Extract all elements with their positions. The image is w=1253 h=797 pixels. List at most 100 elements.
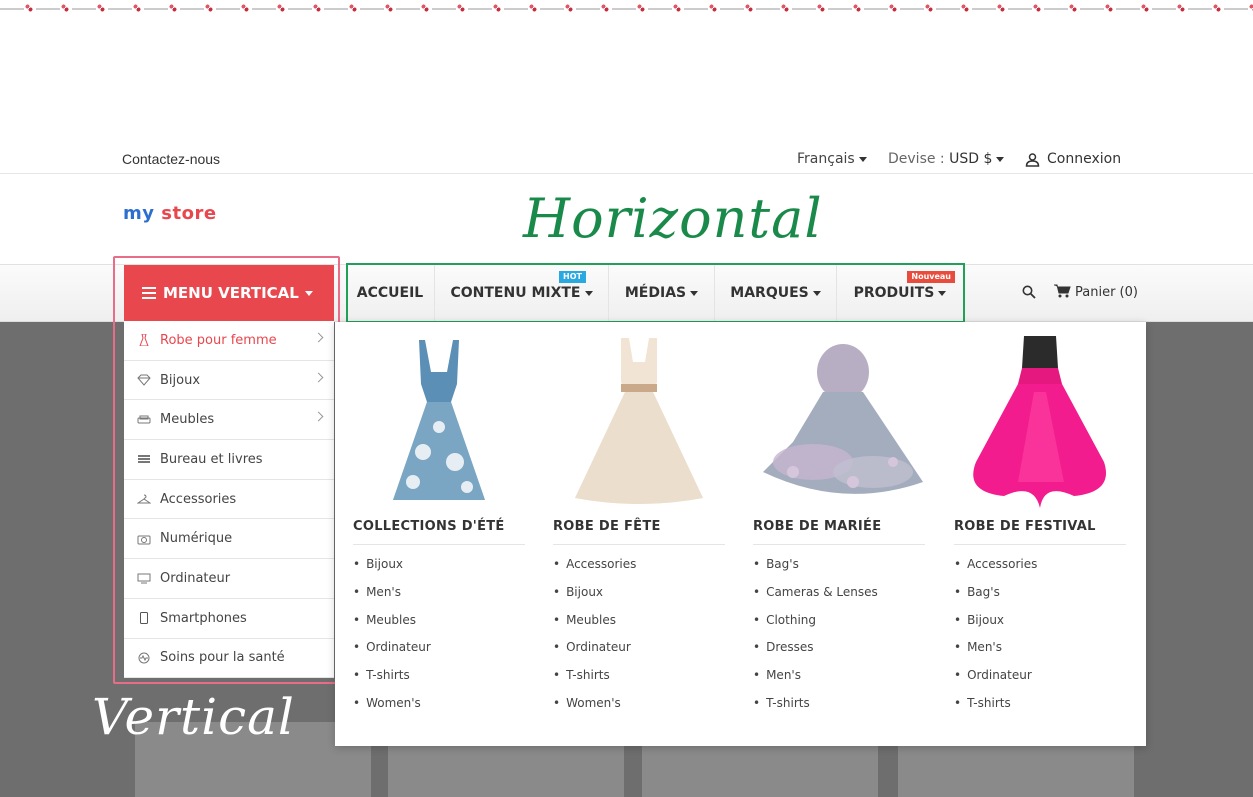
mega-menu-link[interactable]: Men's (954, 638, 1126, 666)
border-ornament (756, 2, 792, 16)
cart-link[interactable]: Panier (0) (1054, 284, 1138, 300)
mega-menu-link[interactable]: Bijoux (954, 611, 1126, 639)
mega-menu-link[interactable]: Men's (753, 666, 925, 694)
border-ornament (0, 2, 36, 16)
border-ornament (684, 2, 720, 16)
border-ornament (504, 2, 540, 16)
mega-menu-column-title[interactable]: ROBE DE FESTIVAL (954, 519, 1126, 545)
mega-menu-panel: COLLECTIONS D'ÉTÉBijouxMen'sMeublesOrdin… (335, 322, 1146, 746)
border-ornament (396, 2, 432, 16)
border-ornament (612, 2, 648, 16)
mega-menu-link[interactable]: Bag's (954, 583, 1126, 611)
border-ornament (540, 2, 576, 16)
logo-word-my: my (123, 203, 155, 224)
border-ornament (432, 2, 468, 16)
contact-link[interactable]: Contactez-nous (122, 151, 220, 167)
border-ornament (1116, 2, 1152, 16)
currency-label: Devise : (888, 151, 945, 167)
horizontal-label: Horizontal (523, 187, 823, 250)
cart-label: Panier (0) (1075, 285, 1138, 300)
search-icon[interactable] (1022, 285, 1036, 299)
mega-menu-link[interactable]: Bijoux (553, 583, 725, 611)
mega-menu-link-list: AccessoriesBijouxMeublesOrdinateurT-shir… (553, 555, 725, 722)
store-logo[interactable]: my store (123, 203, 217, 224)
mega-menu-link[interactable]: Clothing (753, 611, 925, 639)
border-ornament (36, 2, 72, 16)
mega-menu-link[interactable]: Men's (353, 583, 525, 611)
border-ornament (324, 2, 360, 16)
mega-menu-link[interactable]: Ordinateur (553, 638, 725, 666)
decorative-border (0, 0, 1253, 22)
horizontal-highlight-frame (346, 263, 965, 323)
logo-word-store: store (161, 203, 217, 224)
currency-value: USD $ (949, 151, 993, 167)
border-ornament (144, 2, 180, 16)
vertical-highlight-frame (113, 256, 340, 684)
border-ornament (1152, 2, 1188, 16)
border-ornament (720, 2, 756, 16)
chevron-down-icon (858, 156, 867, 162)
border-ornament (1188, 2, 1224, 16)
mega-menu-column: ROBE DE FESTIVAL AccessoriesBag'sBijouxMe… (954, 332, 1126, 722)
mega-menu-column-title[interactable]: COLLECTIONS D'ÉTÉ (353, 519, 525, 545)
border-ornament (288, 2, 324, 16)
mega-menu-link[interactable]: Ordinateur (954, 666, 1126, 694)
user-icon (1025, 153, 1040, 167)
language-value: Français (797, 151, 855, 167)
mega-menu-link[interactable]: Accessories (553, 555, 725, 583)
border-ornament (216, 2, 252, 16)
mega-menu-link[interactable]: Bag's (753, 555, 925, 583)
border-ornament (936, 2, 972, 16)
mega-menu-column-title[interactable]: ROBE DE FÊTE (553, 519, 725, 545)
border-ornament (468, 2, 504, 16)
border-ornament (972, 2, 1008, 16)
border-ornament (1008, 2, 1044, 16)
mega-menu-column: ROBE DE FÊTE AccessoriesBijouxMeublesOrdi… (553, 332, 725, 722)
mega-menu-link[interactable]: T-shirts (753, 694, 925, 722)
border-ornament (864, 2, 900, 16)
mega-menu-link[interactable]: T-shirts (954, 694, 1126, 722)
border-ornament (900, 2, 936, 16)
border-ornament (360, 2, 396, 16)
top-bar: Contactez-nous Français Devise : USD $ C… (0, 148, 1253, 174)
dress-image[interactable] (954, 332, 1126, 510)
dress-image[interactable] (753, 332, 925, 510)
dress-image[interactable] (353, 332, 525, 510)
login-label: Connexion (1047, 151, 1122, 167)
border-ornament (1224, 2, 1253, 16)
border-ornament (180, 2, 216, 16)
border-ornament (828, 2, 864, 16)
currency-selector[interactable]: Devise : USD $ (888, 151, 1005, 167)
mega-menu-column: COLLECTIONS D'ÉTÉ BijouxMen'sMeublesOrdin… (353, 332, 525, 722)
border-ornament (252, 2, 288, 16)
border-ornament (1044, 2, 1080, 16)
mega-menu-link-list: AccessoriesBag'sBijouxMen'sOrdinateurT-s… (954, 555, 1126, 722)
chevron-down-icon (996, 156, 1005, 162)
border-ornament (648, 2, 684, 16)
vertical-label: Vertical (92, 688, 295, 746)
border-ornament (1080, 2, 1116, 16)
language-selector[interactable]: Français (797, 151, 867, 167)
cart-icon (1054, 284, 1071, 298)
mega-menu-link[interactable]: Dresses (753, 638, 925, 666)
border-ornament (108, 2, 144, 16)
mega-menu-link[interactable]: Meubles (553, 611, 725, 639)
mega-menu-link-list: BijouxMen'sMeublesOrdinateurT-shirtsWome… (353, 555, 525, 722)
mega-menu-link[interactable]: Ordinateur (353, 638, 525, 666)
border-ornament (576, 2, 612, 16)
border-ornament (72, 2, 108, 16)
mega-menu-link[interactable]: Accessories (954, 555, 1126, 583)
mega-menu-link-list: Bag'sCameras & LensesClothingDressesMen'… (753, 555, 925, 722)
mega-menu-column-title[interactable]: ROBE DE MARIÉE (753, 519, 925, 545)
mega-menu-link[interactable]: Cameras & Lenses (753, 583, 925, 611)
mega-menu-link[interactable]: Women's (353, 694, 525, 722)
login-link[interactable]: Connexion (1025, 151, 1122, 167)
mega-menu-link[interactable]: Bijoux (353, 555, 525, 583)
mega-menu-column: ROBE DE MARIÉE Bag'sCameras & LensesCloth… (753, 332, 925, 722)
dress-image[interactable] (553, 332, 725, 510)
mega-menu-link[interactable]: Women's (553, 694, 725, 722)
mega-menu-link[interactable]: Meubles (353, 611, 525, 639)
mega-menu-link[interactable]: T-shirts (353, 666, 525, 694)
border-ornament (792, 2, 828, 16)
mega-menu-link[interactable]: T-shirts (553, 666, 725, 694)
